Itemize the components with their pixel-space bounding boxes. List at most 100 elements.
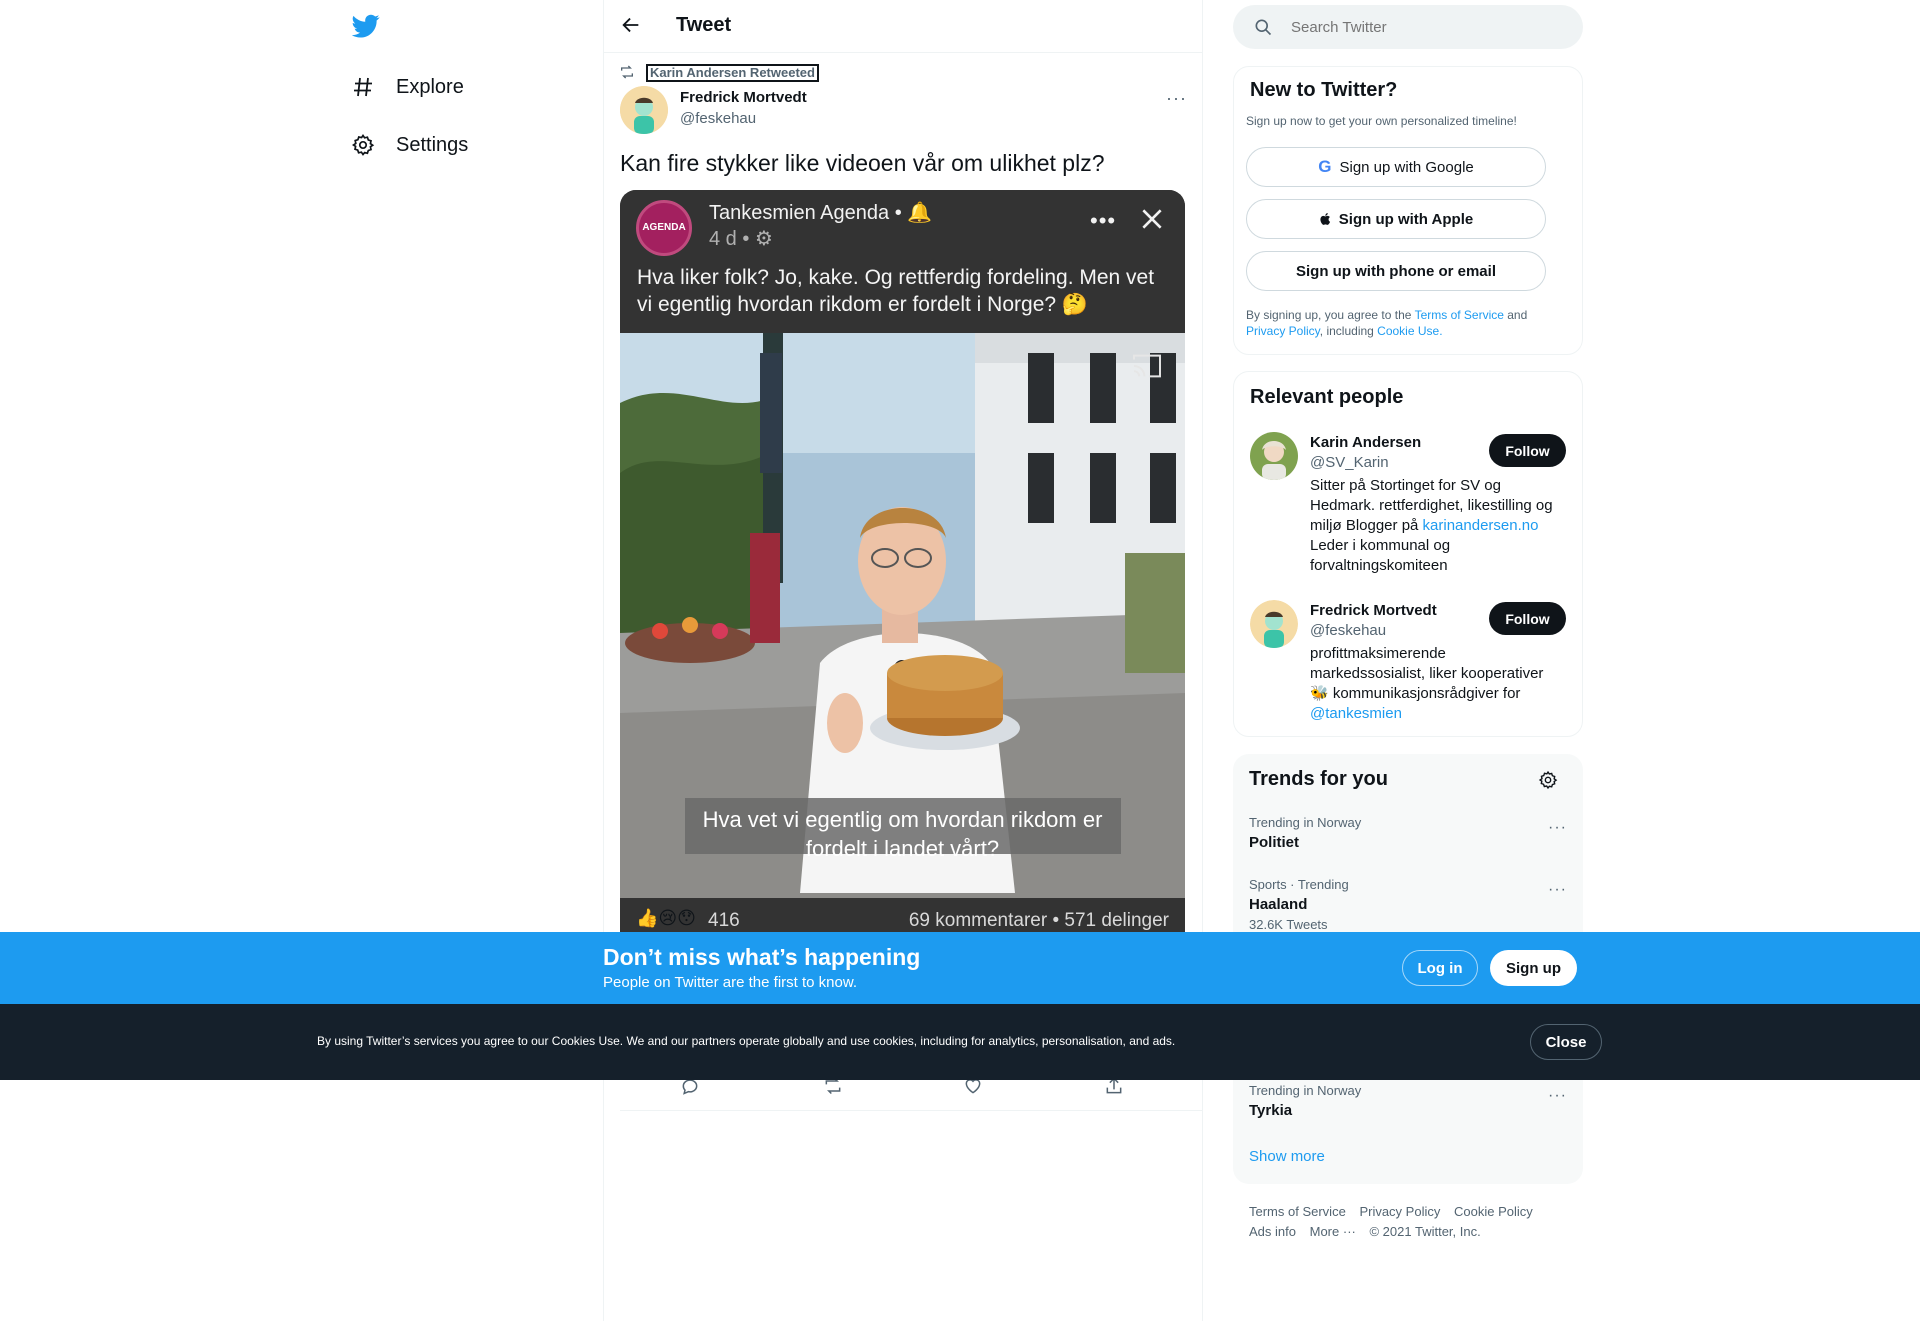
- back-button[interactable]: [620, 14, 646, 40]
- twitter-logo-icon[interactable]: [351, 12, 380, 40]
- trend-name: Tyrkia: [1249, 1102, 1293, 1119]
- legal-and: and: [1503, 308, 1528, 322]
- author-name[interactable]: Fredrick Mortvedt: [680, 89, 807, 106]
- footer-copyright: © 2021 Twitter, Inc.: [1369, 1224, 1481, 1239]
- google-icon: G: [1318, 157, 1332, 176]
- tweet-text: Kan fire stykker like videoen vår om uli…: [620, 150, 1105, 176]
- terms-link[interactable]: Terms of Service: [1415, 308, 1504, 322]
- author-avatar[interactable]: [620, 86, 668, 134]
- trend-context: Trending in Norway: [1249, 815, 1362, 830]
- search-input[interactable]: [1291, 18, 1551, 36]
- person-bio: Sitter på Stortinget for SV og Hedmark. …: [1310, 476, 1565, 576]
- signup-button[interactable]: Sign up: [1490, 950, 1577, 986]
- follow-button[interactable]: Follow: [1489, 434, 1566, 467]
- media-dot: •: [894, 202, 902, 224]
- search-icon: [1253, 17, 1273, 37]
- reactions-count: 416: [708, 910, 740, 931]
- signup-phone-label: Sign up with phone or email: [1295, 262, 1496, 280]
- person-avatar[interactable]: [1250, 432, 1298, 480]
- settings-small-icon: ⚙: [754, 228, 773, 250]
- header-divider: [604, 52, 1202, 53]
- trend-name: Politiet: [1249, 834, 1300, 851]
- person-bio-text-after: Leder i kommunal og forvaltningskomiteen: [1310, 537, 1451, 574]
- footer-terms-link[interactable]: Terms of Service: [1249, 1204, 1346, 1219]
- signup-banner-subtitle: People on Twitter are the first to know.: [603, 974, 858, 991]
- login-button[interactable]: Log in: [1402, 950, 1478, 986]
- signup-google-button[interactable]: G Sign up with Google: [1246, 147, 1546, 187]
- agenda-avatar: AGENDA: [636, 200, 692, 256]
- new-to-twitter-card: New to Twitter? Sign up now to get your …: [1233, 66, 1583, 355]
- media-close-icon: [1139, 206, 1165, 232]
- cookie-banner: By using Twitter’s services you agree to…: [0, 1004, 1920, 1080]
- footer-cookie-link[interactable]: Cookie Policy: [1454, 1204, 1533, 1219]
- cookie-close-button[interactable]: Close: [1530, 1024, 1602, 1060]
- apple-icon: [1319, 211, 1333, 227]
- center-right-border: [1202, 0, 1203, 1321]
- signup-apple-button[interactable]: Sign up with Apple: [1246, 199, 1546, 239]
- signup-apple-label: Sign up with Apple: [1338, 210, 1474, 228]
- show-more-link[interactable]: Show more: [1249, 1148, 1325, 1165]
- video-frame: Hva vet vi egentlig om hvordan rikdom er…: [620, 333, 1185, 898]
- cookie-use-link[interactable]: Cookie Use.: [1377, 324, 1442, 338]
- legal-including: , including: [1319, 324, 1378, 338]
- media-post-text: Hva liker folk? Jo, kake. Og rettferdig …: [637, 266, 1155, 316]
- footer-more-label: More: [1309, 1224, 1340, 1239]
- more-dots-icon: ···: [1342, 1224, 1356, 1239]
- person-bio-text: profittmaksimerende markedssosialist, li…: [1310, 645, 1544, 702]
- search-box[interactable]: [1233, 5, 1583, 49]
- gear-icon: [350, 132, 376, 158]
- relevant-people-card: Relevant people Karin Andersen @SV_Karin…: [1233, 371, 1583, 737]
- person-bio-link[interactable]: karinandersen.no: [1423, 517, 1539, 534]
- reaction-emojis-icon: 👍😢😯: [636, 908, 696, 928]
- person-handle[interactable]: @SV_Karin: [1310, 454, 1389, 471]
- nav-settings[interactable]: Settings: [350, 121, 468, 169]
- new-to-twitter-subtitle: Sign up now to get your own personalized…: [1246, 114, 1517, 128]
- retweet-context-link[interactable]: Karin Andersen Retweeted: [646, 64, 819, 82]
- signup-legal: By signing up, you agree to the Terms of…: [1246, 307, 1566, 339]
- person-bio-link[interactable]: @tankesmien: [1310, 705, 1402, 722]
- signup-phone-button[interactable]: Sign up with phone or email: [1246, 251, 1546, 291]
- tweet-bottom-divider: [620, 1110, 1202, 1111]
- trend-more-icon[interactable]: ···: [1548, 1087, 1567, 1105]
- footer-privacy-link[interactable]: Privacy Policy: [1359, 1204, 1440, 1219]
- page-title: Tweet: [676, 14, 732, 36]
- retweet-icon: [618, 64, 636, 80]
- nav-settings-label: Settings: [396, 133, 469, 156]
- nav-explore[interactable]: Explore: [350, 63, 464, 111]
- trend-item[interactable]: Trending in Norway Politiet ···: [1249, 815, 1567, 851]
- trend-context: Sports · Trending: [1249, 877, 1349, 892]
- tweet-more-icon[interactable]: ···: [1166, 88, 1187, 109]
- footer-more-link[interactable]: More ···: [1310, 1224, 1356, 1239]
- trend-item[interactable]: Sports · Trending Haaland 32.6K Tweets ·…: [1249, 877, 1567, 932]
- cast-icon: [1130, 353, 1164, 379]
- relevant-people-title: Relevant people: [1250, 386, 1404, 408]
- bell-icon: 🔔: [907, 202, 933, 224]
- signup-google-label: Sign up with Google: [1339, 158, 1474, 176]
- media-page-name-text: Tankesmien Agenda: [709, 202, 890, 224]
- center-left-border: [603, 0, 604, 1321]
- person-avatar[interactable]: [1250, 600, 1298, 648]
- nav-explore-label: Explore: [396, 75, 464, 98]
- trend-context: Trending in Norway: [1249, 1083, 1362, 1098]
- trend-more-icon[interactable]: ···: [1548, 819, 1567, 837]
- person-handle[interactable]: @feskehau: [1310, 622, 1386, 639]
- comments-shares: 69 kommentarer • 571 delinger: [908, 910, 1169, 931]
- trend-more-icon[interactable]: ···: [1548, 881, 1567, 899]
- trend-name: Haaland: [1249, 896, 1308, 913]
- privacy-link[interactable]: Privacy Policy: [1246, 324, 1320, 338]
- trend-item[interactable]: Trending in Norway Tyrkia ···: [1249, 1083, 1567, 1119]
- media-more-icon: •••: [1090, 208, 1117, 233]
- footer-links: Terms of Service Privacy Policy Cookie P…: [1249, 1202, 1579, 1242]
- person-name[interactable]: Karin Andersen: [1310, 434, 1421, 451]
- media-page-name: Tankesmien Agenda • 🔔: [709, 200, 932, 225]
- legal-prefix: By signing up, you agree to the: [1246, 308, 1415, 322]
- footer-ads-link[interactable]: Ads info: [1249, 1224, 1296, 1239]
- person-bio: profittmaksimerende markedssosialist, li…: [1310, 644, 1565, 724]
- tweet-media[interactable]: AGENDA Tankesmien Agenda • 🔔 4 d • ⚙ •••…: [620, 190, 1185, 950]
- signup-banner-title: Don’t miss what’s happening: [603, 944, 921, 970]
- follow-button[interactable]: Follow: [1489, 602, 1566, 635]
- author-handle[interactable]: @feskehau: [680, 110, 756, 127]
- person-name[interactable]: Fredrick Mortvedt: [1310, 602, 1437, 619]
- trends-title: Trends for you: [1249, 768, 1388, 790]
- trends-settings-icon[interactable]: [1538, 770, 1558, 790]
